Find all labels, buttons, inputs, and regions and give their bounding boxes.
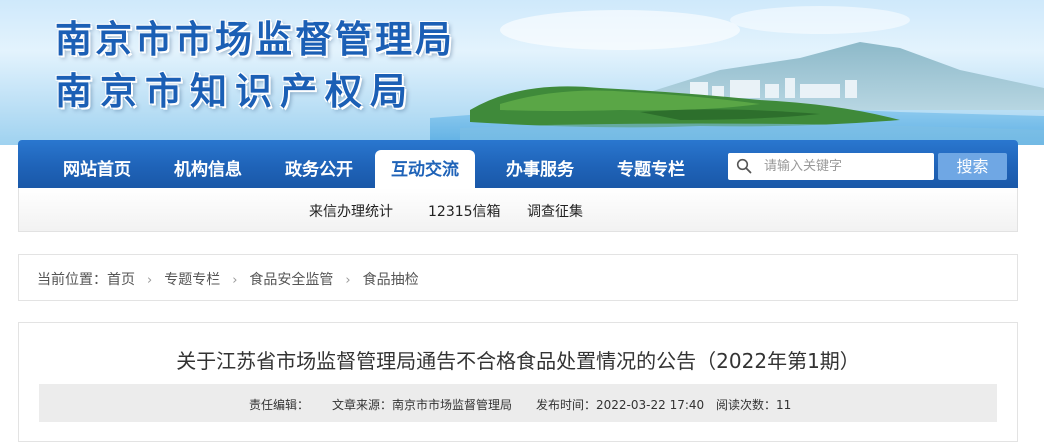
site-title-ip-bureau: 南京市知识产权局 (55, 69, 415, 113)
meta-views-label: 阅读次数： (716, 398, 777, 412)
breadcrumb: 当前位置：首页 › 专题专栏 › 食品安全监管 › 食品抽检 (37, 269, 419, 289)
search-button[interactable]: 搜索 (938, 153, 1007, 180)
meta-views: 阅读次数：11 (716, 396, 791, 413)
sub-nav: 来信办理统计 12315信箱 调查征集 (18, 188, 1018, 232)
article-title: 关于江苏省市场监督管理局通告不合格食品处置情况的公告（2022年第1期） (176, 349, 860, 373)
breadcrumb-item-home[interactable]: 首页 (107, 272, 135, 288)
subnav-item-letter-statistics[interactable]: 来信办理统计 (309, 201, 393, 221)
meta-source: 文章来源：南京市市场监督管理局 (332, 396, 512, 413)
search-input[interactable] (764, 153, 924, 180)
breadcrumb-item-food-safety[interactable]: 食品安全监管 (249, 272, 333, 288)
article-meta-bar: 责任编辑： 文章来源：南京市市场监督管理局 发布时间：2022-03-22 17… (39, 384, 997, 422)
nav-item-interaction[interactable]: 互动交流 (375, 150, 475, 188)
meta-time-label: 发布时间： (536, 398, 597, 412)
subnav-item-12315-mailbox[interactable]: 12315信箱 (428, 201, 501, 221)
chevron-right-icon: › (232, 273, 238, 288)
meta-editor-label: 责任编辑： (249, 398, 310, 412)
breadcrumb-prefix: 当前位置： (37, 272, 107, 288)
main-nav: 网站首页 机构信息 政务公开 互动交流 办事服务 专题专栏 搜索 (18, 140, 1018, 188)
site-title-market-bureau: 南京市市场监督管理局 (55, 17, 455, 61)
article-container: 关于江苏省市场监督管理局通告不合格食品处置情况的公告（2022年第1期） 责任编… (18, 322, 1018, 442)
chevron-right-icon: › (147, 273, 153, 288)
meta-source-label: 文章来源： (332, 398, 393, 412)
nav-item-government-affairs[interactable]: 政务公开 (264, 150, 374, 188)
breadcrumb-box: 当前位置：首页 › 专题专栏 › 食品安全监管 › 食品抽检 (18, 254, 1018, 301)
nav-item-services[interactable]: 办事服务 (485, 150, 595, 188)
subnav-item-survey[interactable]: 调查征集 (527, 201, 583, 221)
breadcrumb-item-food-sampling[interactable]: 食品抽检 (363, 272, 419, 288)
meta-time-value: 2022-03-22 17:40 (596, 398, 705, 412)
nav-item-special-topics[interactable]: 专题专栏 (596, 150, 706, 188)
search-icon (736, 158, 752, 174)
meta-source-value: 南京市市场监督管理局 (392, 398, 513, 412)
site-banner: 南京市市场监督管理局 南京市知识产权局 (0, 0, 1044, 145)
search-box (728, 153, 934, 180)
breadcrumb-item-special-topics[interactable]: 专题专栏 (164, 272, 220, 288)
chevron-right-icon: › (345, 273, 351, 288)
meta-editor: 责任编辑： (249, 396, 309, 413)
meta-publish-time: 发布时间：2022-03-22 17:40 (536, 396, 704, 413)
nav-item-organization[interactable]: 机构信息 (153, 150, 263, 188)
nav-item-home[interactable]: 网站首页 (42, 150, 152, 188)
meta-views-value: 11 (776, 398, 792, 412)
